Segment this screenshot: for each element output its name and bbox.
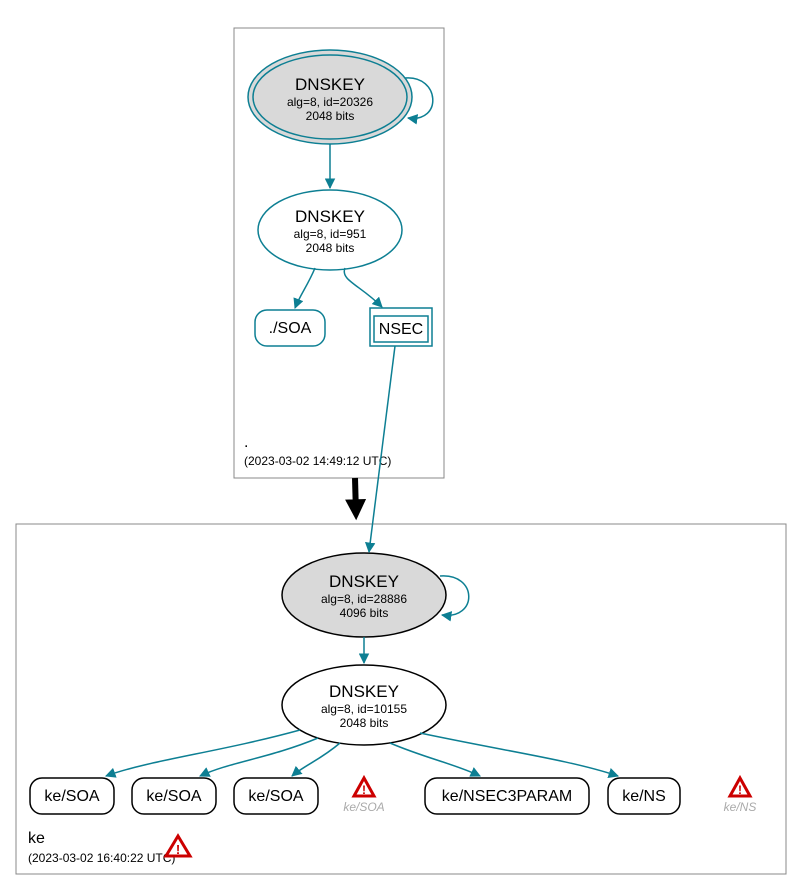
root-zone-label: . bbox=[244, 434, 248, 451]
ke-zone-warning-icon: ! bbox=[166, 836, 190, 857]
edge-zone-delegation bbox=[355, 478, 356, 514]
root-zsk-line1: alg=8, id=951 bbox=[294, 227, 367, 241]
edge-ke-zsk-nsec3param bbox=[390, 743, 480, 776]
root-ksk-line2: 2048 bits bbox=[306, 109, 355, 123]
ke-nsec3param-label: ke/NSEC3PARAM bbox=[442, 788, 572, 805]
ke-soa1-label: ke/SOA bbox=[44, 788, 99, 805]
ke-nsec3param-node: ke/NSEC3PARAM bbox=[425, 778, 589, 814]
ke-ksk-node: DNSKEY alg=8, id=28886 4096 bits bbox=[282, 553, 446, 637]
root-ksk-line1: alg=8, id=20326 bbox=[287, 95, 373, 109]
svg-text:!: ! bbox=[176, 842, 180, 857]
ke-zsk-title: DNSKEY bbox=[329, 682, 399, 701]
edge-nsec-ke-ksk bbox=[369, 346, 395, 552]
ke-zone-timestamp: (2023-03-02 16:40:22 UTC) bbox=[28, 851, 175, 865]
svg-text:!: ! bbox=[362, 783, 366, 797]
ke-soa3-label: ke/SOA bbox=[248, 788, 303, 805]
ke-ns-node: ke/NS bbox=[608, 778, 680, 814]
ke-ns-label: ke/NS bbox=[622, 788, 666, 805]
ke-ns-warn-node: ! ke/NS bbox=[724, 778, 757, 814]
root-ksk-node: DNSKEY alg=8, id=20326 2048 bits bbox=[248, 50, 412, 144]
root-zone-timestamp: (2023-03-02 14:49:12 UTC) bbox=[244, 454, 391, 468]
dnssec-diagram: . (2023-03-02 14:49:12 UTC) DNSKEY alg=8… bbox=[0, 0, 803, 894]
root-zsk-line2: 2048 bits bbox=[306, 241, 355, 255]
edge-ke-zsk-ns bbox=[420, 733, 618, 776]
ke-ns-warn-label: ke/NS bbox=[724, 800, 757, 814]
ke-ksk-line1: alg=8, id=28886 bbox=[321, 592, 407, 606]
warning-icon: ! bbox=[354, 778, 374, 797]
root-ksk-title: DNSKEY bbox=[295, 75, 365, 94]
ke-soa-warn-label: ke/SOA bbox=[343, 800, 384, 814]
edge-root-zsk-soa bbox=[295, 268, 315, 308]
ke-zone-label: ke bbox=[28, 830, 45, 847]
ke-ksk-line2: 4096 bits bbox=[340, 606, 389, 620]
root-soa-node: ./SOA bbox=[255, 310, 325, 346]
root-zsk-node: DNSKEY alg=8, id=951 2048 bits bbox=[258, 190, 402, 270]
root-soa-label: ./SOA bbox=[269, 320, 312, 337]
ke-zsk-line2: 2048 bits bbox=[340, 716, 389, 730]
edge-ke-zsk-soa1 bbox=[106, 730, 300, 776]
edge-root-zsk-nsec bbox=[344, 268, 382, 307]
root-nsec-node: NSEC bbox=[370, 308, 432, 346]
svg-text:!: ! bbox=[738, 783, 742, 797]
ke-soa2-node: ke/SOA bbox=[132, 778, 216, 814]
ke-ksk-title: DNSKEY bbox=[329, 572, 399, 591]
root-zsk-title: DNSKEY bbox=[295, 207, 365, 226]
ke-soa1-node: ke/SOA bbox=[30, 778, 114, 814]
ke-soa-warn-node: ! ke/SOA bbox=[343, 778, 384, 814]
ke-soa2-label: ke/SOA bbox=[146, 788, 201, 805]
edge-ke-zsk-soa3 bbox=[292, 743, 340, 776]
warning-icon: ! bbox=[730, 778, 750, 797]
ke-zsk-line1: alg=8, id=10155 bbox=[321, 702, 407, 716]
root-nsec-label: NSEC bbox=[379, 321, 423, 338]
ke-soa3-node: ke/SOA bbox=[234, 778, 318, 814]
